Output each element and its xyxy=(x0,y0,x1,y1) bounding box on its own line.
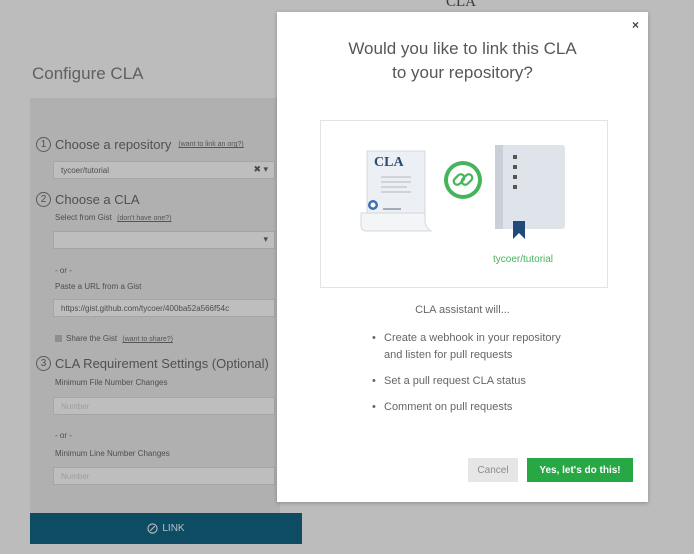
section-title: Choose a repository xyxy=(55,137,172,152)
file-number-input[interactable]: Number xyxy=(53,397,275,415)
share-info-link[interactable]: (want to share?) xyxy=(122,336,173,343)
clear-and-chevron-icon[interactable]: ✖ ▾ xyxy=(253,164,268,175)
cancel-button[interactable]: Cancel xyxy=(468,458,518,482)
bullet-text: Comment on pull requests xyxy=(384,401,513,413)
share-gist-label: Share the Gist xyxy=(66,334,118,343)
section-title: Choose a CLA xyxy=(55,192,140,207)
step-number-1: 1 xyxy=(36,137,51,152)
gist-label-text: Select from Gist xyxy=(55,213,112,222)
line-number-label: Minimum Line Number Changes xyxy=(55,449,170,458)
link-confirmation-modal: × Would you like to link this CLA to you… xyxy=(277,12,648,502)
close-icon[interactable]: × xyxy=(632,18,639,32)
step-number-2: 2 xyxy=(36,192,51,207)
no-gist-link[interactable]: (don't have one?) xyxy=(117,215,171,222)
or-separator: - or - xyxy=(55,266,72,275)
modal-title-line-1: Would you like to link this CLA xyxy=(348,39,577,58)
line-number-placeholder: Number xyxy=(61,471,90,481)
step-number-3: 3 xyxy=(36,356,51,371)
file-number-placeholder: Number xyxy=(61,401,90,411)
confirm-button[interactable]: Yes, let's do this! xyxy=(527,458,633,482)
gist-url-label: Paste a URL from a Gist xyxy=(55,282,142,291)
link-button-label: LINK xyxy=(162,523,185,534)
modal-title-line-2: to your repository? xyxy=(392,63,533,82)
gist-url-input[interactable]: https://gist.github.com/tycoer/400ba52a5… xyxy=(53,299,275,317)
link-org-link[interactable]: (want to link an org?) xyxy=(178,141,243,148)
header-text: CLA xyxy=(446,0,476,10)
bullet-webhook: • Create a webhook in your repository an… xyxy=(372,330,561,364)
link-icon xyxy=(147,523,159,534)
repository-select[interactable]: tycoer/tutorial ✖ ▾ xyxy=(53,161,275,179)
bullet-dot: • xyxy=(372,332,376,344)
repository-book-icon xyxy=(495,145,565,239)
gist-select-label: Select from Gist (don't have one?) xyxy=(55,213,171,222)
section-requirement-settings: 3 CLA Requirement Settings (Optional) xyxy=(36,356,269,371)
bullet-dot: • xyxy=(372,375,376,387)
share-gist-row: Share the Gist (want to share?) xyxy=(55,334,173,343)
section-choose-cla: 2 Choose a CLA xyxy=(36,192,140,207)
gist-select[interactable]: ▾ xyxy=(53,231,275,249)
link-illustration: CLA tycoer/tutorial xyxy=(320,120,608,288)
chevron-down-icon[interactable]: ▾ xyxy=(263,234,268,245)
bullet-text: Set a pull request CLA status xyxy=(384,375,526,387)
repo-name-caption: tycoer/tutorial xyxy=(493,254,554,265)
bullet-comment: • Comment on pull requests xyxy=(372,399,512,416)
bullet-status: • Set a pull request CLA status xyxy=(372,373,526,390)
section-title: CLA Requirement Settings (Optional) xyxy=(55,356,269,371)
bullet-text: Create a webhook in your repository and … xyxy=(384,330,561,364)
share-gist-checkbox[interactable] xyxy=(55,335,62,343)
or-separator: - or - xyxy=(55,431,72,440)
assistant-heading: CLA assistant will... xyxy=(415,304,510,316)
bullet-line: Create a webhook in your repository xyxy=(384,332,561,344)
link-button[interactable]: LINK xyxy=(30,513,302,544)
file-number-label: Minimum File Number Changes xyxy=(55,378,168,387)
section-choose-repository: 1 Choose a repository (want to link an o… xyxy=(36,137,244,152)
bullet-dot: • xyxy=(372,401,376,413)
bullet-line: and listen for pull requests xyxy=(384,349,513,361)
repository-value: tycoer/tutorial xyxy=(61,165,110,175)
gist-url-value: https://gist.github.com/tycoer/400ba52a5… xyxy=(61,303,230,313)
page-title: Configure CLA xyxy=(32,64,144,83)
line-number-input[interactable]: Number xyxy=(53,467,275,485)
